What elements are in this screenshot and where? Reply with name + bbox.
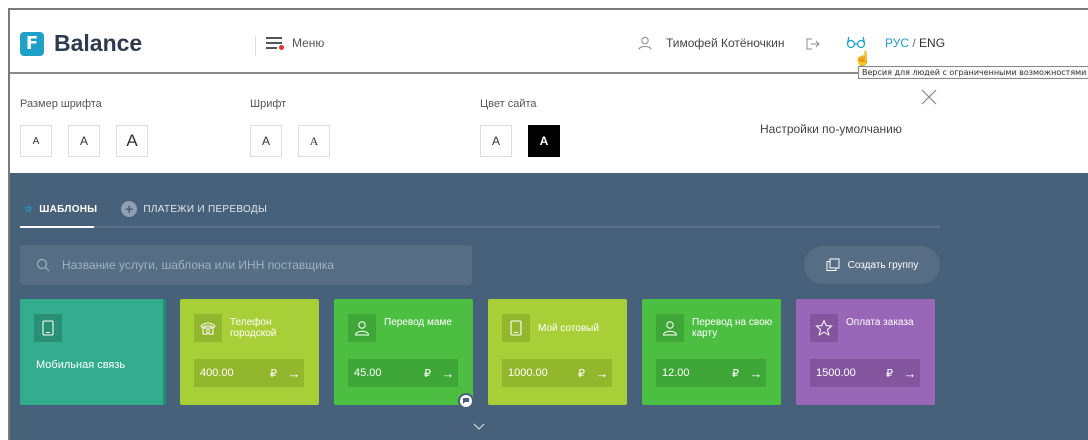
currency: ₽	[424, 367, 431, 380]
language-switch: РУС / ENG	[885, 36, 945, 50]
currency: ₽	[270, 367, 277, 380]
create-group-label: Создать группу	[847, 259, 919, 271]
logout-icon[interactable]	[806, 38, 820, 50]
tab-label: ПЛАТЕЖИ И ПЕРЕВОДЫ	[143, 203, 268, 215]
template-card[interactable]: Мой сотовый 1000.00 ₽ →	[488, 299, 627, 405]
site-color-label: Цвет сайта	[480, 98, 537, 110]
arrow-right-icon[interactable]: →	[592, 359, 612, 387]
accessibility-panel: Размер шрифта A A A Шрифт A A Цвет сайта…	[10, 76, 1088, 173]
card-title: Мой сотовый	[538, 323, 599, 334]
tab-label: ШАБЛОНЫ	[39, 203, 98, 215]
logo-text: Balance	[54, 30, 143, 56]
currency: ₽	[578, 367, 585, 380]
phone-icon	[502, 314, 530, 342]
card-title: Перевод на свою карту	[692, 317, 773, 339]
tooltip: Версия для людей с ограниченными возможн…	[858, 66, 1088, 79]
tab-divider	[20, 226, 940, 228]
lang-separator: /	[909, 36, 920, 50]
font-size-large-button[interactable]: A	[116, 125, 148, 157]
star-icon: ☆	[24, 203, 34, 215]
arrow-right-icon[interactable]: →	[284, 359, 304, 387]
color-dark-button[interactable]: A	[528, 125, 560, 157]
chevron-down-icon[interactable]	[473, 423, 485, 431]
template-card[interactable]: Перевод маме 45.00 ₽ →	[334, 299, 473, 405]
menu-icon	[266, 37, 284, 50]
amount-field[interactable]: 1500.00 ₽ →	[810, 359, 920, 387]
arrow-right-icon[interactable]: →	[746, 359, 766, 387]
template-card-mobile[interactable]: Мобильная связь	[20, 299, 166, 405]
create-group-button[interactable]: Создать группу	[804, 246, 940, 284]
star-icon	[810, 314, 838, 342]
font-size-medium-button[interactable]: A	[68, 125, 100, 157]
amount-field[interactable]: 45.00 ₽ →	[348, 359, 458, 387]
glasses-icon[interactable]	[846, 34, 866, 50]
template-card[interactable]: Перевод на свою карту 12.00 ₽ →	[642, 299, 781, 405]
card-title: Оплата заказа	[846, 317, 914, 328]
divider	[255, 36, 256, 56]
font-serif-button[interactable]: A	[298, 125, 330, 157]
amount-value: 45.00	[354, 367, 382, 379]
amount-value: 12.00	[662, 367, 690, 379]
arrow-right-icon[interactable]: →	[900, 359, 920, 387]
amount-value: 400.00	[200, 367, 234, 379]
amount-field[interactable]: 12.00 ₽ →	[656, 359, 766, 387]
close-icon[interactable]	[920, 88, 938, 106]
search-box[interactable]	[20, 245, 472, 285]
color-light-button[interactable]: A	[480, 125, 512, 157]
logo[interactable]: F Balance	[20, 30, 142, 57]
templates-section: ☆ ШАБЛОНЫ + ПЛАТЕЖИ И ПЕРЕВОДЫ Создать г…	[10, 173, 1088, 440]
defaults-link[interactable]: Настройки по-умолчанию	[760, 122, 902, 136]
plus-icon: +	[121, 201, 138, 217]
card-title: Мобильная связь	[36, 359, 126, 371]
tab-bar: ☆ ШАБЛОНЫ + ПЛАТЕЖИ И ПЕРЕВОДЫ	[24, 201, 267, 217]
font-sans-button[interactable]: A	[250, 125, 282, 157]
menu-label: Меню	[292, 36, 325, 50]
user-name: Тимофей Котёночкин	[666, 36, 785, 50]
header: F Balance Меню Тимофей Котёночкин РУС / …	[10, 10, 1088, 74]
arrow-right-icon[interactable]: →	[438, 359, 458, 387]
app-window: F Balance Меню Тимофей Котёночкин РУС / …	[8, 8, 1088, 440]
card-title: Перевод маме	[384, 317, 452, 328]
person-icon	[656, 314, 684, 342]
amount-field[interactable]: 400.00 ₽ →	[194, 359, 304, 387]
search-input[interactable]	[62, 258, 442, 272]
user-profile[interactable]: Тимофей Котёночкин	[638, 36, 784, 50]
template-card[interactable]: Телефон городской 400.00 ₽ →	[180, 299, 319, 405]
card-title: Телефон городской	[230, 317, 277, 339]
font-size-label: Размер шрифта	[20, 98, 102, 110]
logo-mark: F	[20, 31, 44, 56]
font-size-small-button[interactable]: A	[20, 125, 52, 157]
tab-templates[interactable]: ☆ ШАБЛОНЫ	[24, 204, 97, 215]
font-label: Шрифт	[250, 98, 287, 110]
group-icon	[826, 258, 840, 271]
lang-ru[interactable]: РУС	[885, 36, 909, 50]
phone-icon	[34, 314, 62, 342]
user-icon	[638, 36, 652, 50]
amount-value: 1500.00	[816, 367, 856, 379]
template-card[interactable]: Оплата заказа 1500.00 ₽ →	[796, 299, 935, 405]
currency: ₽	[886, 367, 893, 380]
telephone-icon	[194, 314, 222, 342]
chat-icon[interactable]	[458, 393, 474, 409]
amount-field[interactable]: 1000.00 ₽ →	[502, 359, 612, 387]
currency: ₽	[732, 367, 739, 380]
active-tab-indicator	[20, 226, 94, 228]
amount-value: 1000.00	[508, 367, 548, 379]
menu-button[interactable]: Меню	[266, 36, 324, 50]
hand-cursor-icon: ☝	[854, 50, 872, 66]
lang-en[interactable]: ENG	[919, 36, 945, 50]
search-icon	[36, 258, 50, 272]
person-icon	[348, 314, 376, 342]
tab-payments[interactable]: + ПЛАТЕЖИ И ПЕРЕВОДЫ	[121, 201, 267, 217]
